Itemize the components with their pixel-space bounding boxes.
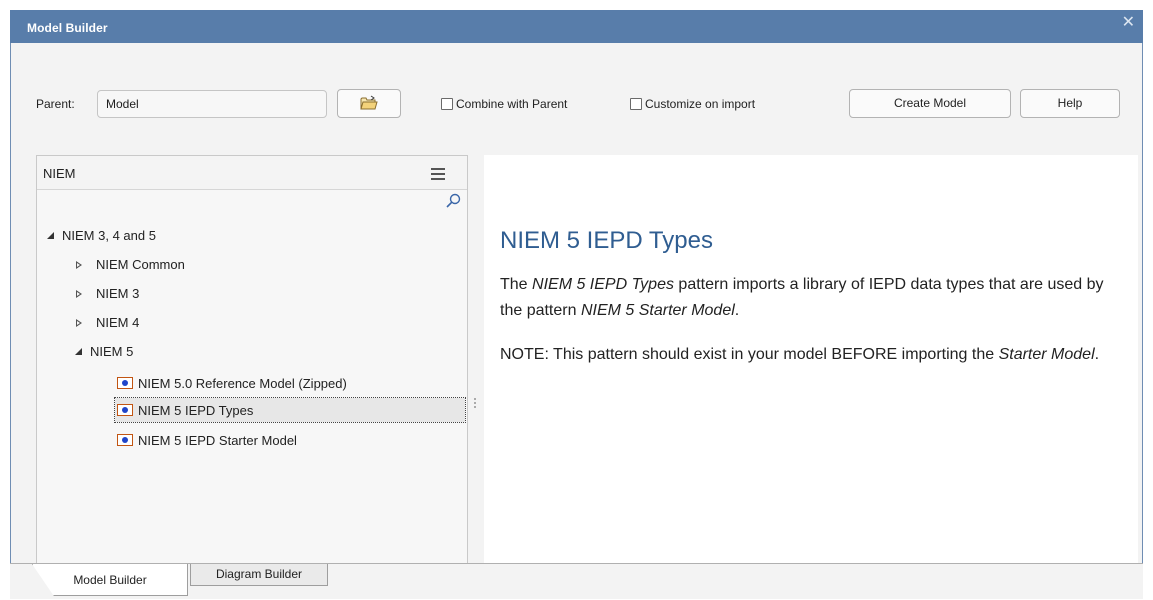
close-icon[interactable]: ✕ <box>1122 12 1135 32</box>
create-model-button[interactable]: Create Model <box>849 89 1011 118</box>
pattern-description-panel: NIEM 5 IEPD Types The NIEM 5 IEPD Types … <box>484 155 1138 564</box>
text-run: NOTE: This pattern should exist in your … <box>500 346 999 363</box>
tree-node-label: NIEM 3 <box>96 286 140 301</box>
description-title: NIEM 5 IEPD Types <box>500 227 713 254</box>
tree-item-label: NIEM 5 IEPD Starter Model <box>138 432 297 448</box>
tree-item-niem5-iepd-starter-model[interactable]: NIEM 5 IEPD Starter Model <box>117 430 297 450</box>
pane-splitter[interactable] <box>474 398 476 410</box>
checkbox-box[interactable] <box>441 98 453 110</box>
tree-node-niem-common[interactable]: NIEM Common <box>76 257 185 272</box>
pattern-name-emphasis: NIEM 5 Starter Model <box>580 302 735 319</box>
tree-item-label: NIEM 5.0 Reference Model (Zipped) <box>138 375 347 391</box>
text-run: The <box>500 276 533 293</box>
checkbox-box[interactable] <box>630 98 642 110</box>
search-icon[interactable] <box>445 193 461 209</box>
pattern-package-icon <box>117 377 133 389</box>
description-paragraph-2: NOTE: This pattern should exist in your … <box>500 342 1125 368</box>
parent-input[interactable]: Model <box>97 90 327 118</box>
customize-on-import-label: Customize on import <box>645 97 756 111</box>
tree-item-niem5-reference-model[interactable]: NIEM 5.0 Reference Model (Zipped) <box>117 373 347 393</box>
browse-parent-button[interactable] <box>337 89 401 118</box>
tree-node-label: NIEM Common <box>96 257 185 272</box>
text-run: . <box>1094 346 1100 363</box>
tree-node-niem-5[interactable]: NIEM 5 <box>75 344 133 359</box>
tree-node-niem-3[interactable]: NIEM 3 <box>76 286 139 301</box>
pattern-name-emphasis: NIEM 5 IEPD Types <box>532 276 674 293</box>
expanded-arrow-icon[interactable] <box>47 232 54 239</box>
collapsed-arrow-icon[interactable] <box>76 260 82 269</box>
hamburger-menu-icon[interactable] <box>431 168 445 183</box>
combine-with-parent-checkbox[interactable]: Combine with Parent <box>441 97 567 111</box>
collapsed-arrow-icon[interactable] <box>76 318 82 327</box>
pattern-package-icon <box>117 404 133 416</box>
collapsed-arrow-icon[interactable] <box>76 289 82 298</box>
folder-open-icon <box>360 95 378 110</box>
tree-node-label: NIEM 4 <box>96 315 140 330</box>
tree-panel-title: NIEM <box>43 166 76 181</box>
title-bar: Model Builder ✕ <box>10 10 1143 43</box>
tree-item-label: NIEM 5 IEPD Types <box>138 402 254 418</box>
tree-node-label: NIEM 5 <box>90 344 134 359</box>
tree-node-label: NIEM 3, 4 and 5 <box>62 228 156 243</box>
tab-diagram-builder[interactable]: Diagram Builder <box>190 564 328 586</box>
tree-node-niem-345[interactable]: NIEM 3, 4 and 5 <box>47 228 156 243</box>
parent-label: Parent: <box>36 97 75 111</box>
pattern-package-icon <box>117 434 133 446</box>
tab-model-builder[interactable]: Model Builder <box>32 564 188 596</box>
description-paragraph-1: The NIEM 5 IEPD Types pattern imports a … <box>500 272 1125 324</box>
tree-item-niem5-iepd-types[interactable]: NIEM 5 IEPD Types <box>114 397 466 423</box>
help-button[interactable]: Help <box>1020 89 1120 118</box>
tree-node-niem-4[interactable]: NIEM 4 <box>76 315 139 330</box>
tree-panel-header: NIEM <box>37 156 467 190</box>
bottom-tab-bar: Model Builder Diagram Builder <box>10 563 1143 599</box>
pattern-name-emphasis: Starter Model <box>998 346 1095 363</box>
customize-on-import-checkbox[interactable]: Customize on import <box>630 97 755 111</box>
expanded-arrow-icon[interactable] <box>75 348 82 355</box>
pattern-tree-panel: NIEM <box>36 155 468 564</box>
combine-with-parent-label: Combine with Parent <box>456 97 568 111</box>
text-run: . <box>734 302 740 319</box>
window-title: Model Builder <box>27 21 108 35</box>
